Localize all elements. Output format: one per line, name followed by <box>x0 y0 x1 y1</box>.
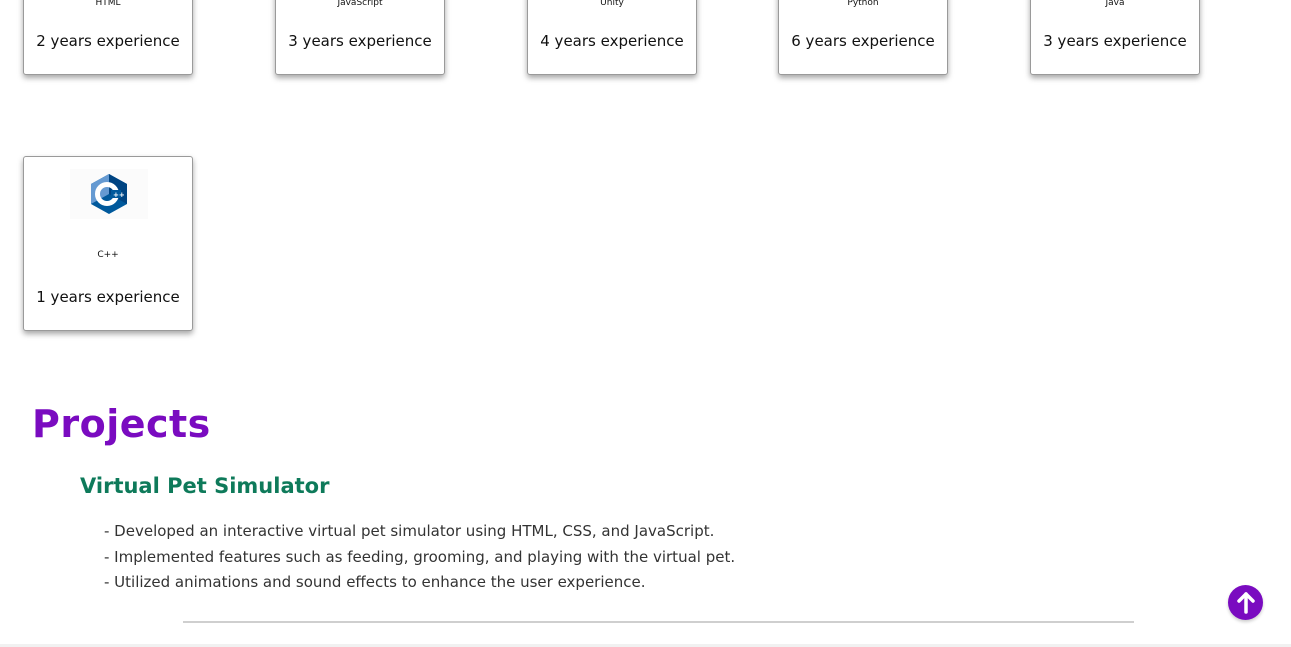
skill-experience: 3 years experience <box>1043 32 1187 50</box>
svg-text:++: ++ <box>113 191 125 199</box>
project-title: Virtual Pet Simulator <box>80 474 330 498</box>
project-bullet-list: - Developed an interactive virtual pet s… <box>104 521 735 598</box>
skill-name: Python <box>847 0 879 8</box>
skill-experience: 6 years experience <box>791 32 935 50</box>
list-item: - Implemented features such as feeding, … <box>104 547 736 566</box>
section-divider <box>183 621 1134 623</box>
skill-card-html: HTML 2 years experience <box>23 0 193 75</box>
skill-name: HTML <box>95 0 121 8</box>
list-item: - Utilized animations and sound effects … <box>104 573 646 591</box>
skill-name: JavaScript <box>337 0 383 8</box>
cpp-logo-icon: ++ <box>70 169 148 219</box>
skill-card-java: Java 3 years experience <box>1030 0 1200 75</box>
arrow-up-icon <box>1236 591 1255 614</box>
skill-name: Java <box>1105 0 1125 8</box>
skill-experience: 3 years experience <box>288 32 432 50</box>
skill-experience: 4 years experience <box>540 32 684 50</box>
skill-experience: 2 years experience <box>36 32 180 50</box>
scroll-to-top-button[interactable] <box>1228 585 1263 620</box>
skill-name: Unity <box>600 0 624 8</box>
skill-experience: 1 years experience <box>36 288 180 306</box>
skill-card-javascript: JavaScript 3 years experience <box>275 0 445 75</box>
page: HTML 2 years experience JavaScript 3 yea… <box>0 0 1291 647</box>
list-item: - Developed an interactive virtual pet s… <box>104 522 715 540</box>
skill-name: C++ <box>97 250 119 260</box>
skill-card-unity: Unity 4 years experience <box>527 0 697 75</box>
skill-card-cpp: ++ C++ 1 years experience <box>23 156 193 331</box>
skill-card-python: Python 6 years experience <box>778 0 948 75</box>
projects-heading: Projects <box>32 402 211 446</box>
